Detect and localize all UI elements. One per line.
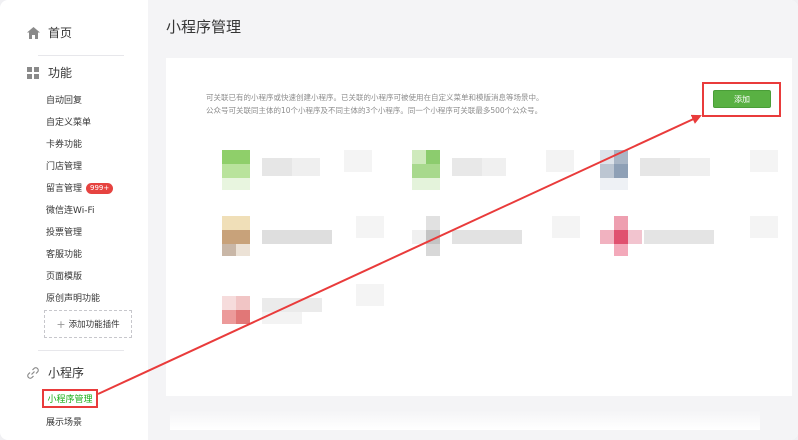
- sidebar-item-customer-service[interactable]: 客服功能: [46, 247, 82, 260]
- sidebar-item-coupons[interactable]: 卡券功能: [46, 137, 82, 150]
- mosaic-block: [292, 158, 320, 176]
- mosaic-block: [412, 150, 426, 164]
- mosaic-block: [750, 216, 778, 238]
- mosaic-block: [614, 164, 628, 178]
- main-content: 小程序管理 可关联已有的小程序或快速创建小程序。已关联的小程序可被使用在自定义菜…: [148, 0, 798, 440]
- mosaic-block: [614, 244, 628, 256]
- mosaic-block: [426, 216, 440, 230]
- sidebar: 首页 功能 自动回复 自定义菜单 卡券功能 门店管理 留言管理 999+ 微信连W…: [8, 8, 148, 434]
- sidebar-item-miniprogram-manage[interactable]: 小程序管理: [42, 389, 98, 408]
- sidebar-section-features[interactable]: 功能: [26, 64, 72, 81]
- mosaic-block: [452, 158, 482, 176]
- mosaic-block: [412, 178, 440, 190]
- add-button[interactable]: 添加: [713, 90, 771, 108]
- mosaic-block: [222, 150, 250, 164]
- sidebar-item-wifi[interactable]: 微信连Wi-Fi: [46, 203, 94, 216]
- mosaic-block: [600, 164, 614, 178]
- miniprogram-tile[interactable]: [222, 284, 392, 330]
- miniprogram-tile[interactable]: [222, 216, 392, 258]
- mosaic-block: [344, 150, 372, 172]
- mosaic-block: [614, 216, 628, 230]
- mosaic-block: [640, 158, 680, 176]
- miniprogram-tile[interactable]: [412, 216, 592, 258]
- mosaic-block: [482, 158, 506, 176]
- app-window: 首页 功能 自动回复 自定义菜单 卡券功能 门店管理 留言管理 999+ 微信连W…: [0, 0, 798, 440]
- mosaic-block: [356, 216, 384, 238]
- mosaic-block: [628, 230, 642, 244]
- mosaic-block: [222, 164, 250, 178]
- mosaic-block: [614, 230, 628, 244]
- divider: [38, 55, 124, 56]
- description-line: 公众号可关联同主体的10个小程序及不同主体的3个小程序。同一个小程序可关联最多5…: [206, 106, 543, 115]
- add-plugin-button[interactable]: + 添加功能插件: [44, 310, 132, 338]
- sidebar-item-original[interactable]: 原创声明功能: [46, 291, 100, 304]
- sidebar-item-scenes[interactable]: 展示场景: [46, 415, 82, 428]
- add-button-highlight: 添加: [702, 82, 781, 117]
- mosaic-block: [262, 158, 292, 176]
- sidebar-item-auto-reply[interactable]: 自动回复: [46, 93, 82, 106]
- mosaic-block: [236, 244, 250, 256]
- mosaic-block: [412, 230, 426, 244]
- mosaic-block: [452, 230, 522, 244]
- mosaic-block: [614, 150, 628, 164]
- mosaic-block: [222, 296, 236, 310]
- mosaic-block: [644, 230, 714, 244]
- mosaic-block: [680, 158, 710, 176]
- divider: [38, 350, 124, 351]
- sidebar-item-custom-menu[interactable]: 自定义菜单: [46, 115, 91, 128]
- mosaic-block: [262, 230, 332, 244]
- mosaic-block: [552, 216, 580, 238]
- miniprogram-tile[interactable]: [412, 150, 582, 192]
- mosaic-block: [236, 296, 250, 310]
- description: 可关联已有的小程序或快速创建小程序。已关联的小程序可被使用在自定义菜单和模版消息…: [206, 91, 544, 117]
- sidebar-section-label: 小程序: [48, 366, 85, 380]
- mosaic-block: [426, 150, 440, 164]
- mosaic-block: [600, 150, 614, 164]
- sidebar-item-vote[interactable]: 投票管理: [46, 225, 82, 238]
- sidebar-section-label: 功能: [48, 66, 73, 80]
- sidebar-section-miniprogram[interactable]: 小程序: [26, 364, 84, 381]
- mosaic-block: [262, 312, 302, 324]
- mosaic-block: [222, 310, 236, 324]
- plus-icon: +: [56, 317, 66, 331]
- sidebar-item-page-template[interactable]: 页面模版: [46, 269, 82, 282]
- description-line: 可关联已有的小程序或快速创建小程序。已关联的小程序可被使用在自定义菜单和模版消息…: [206, 93, 544, 102]
- mosaic-block: [222, 216, 250, 230]
- mosaic-block: [426, 244, 440, 256]
- mosaic-block: [236, 310, 250, 324]
- mosaic-block: [750, 150, 778, 172]
- mosaic-block: [222, 244, 236, 256]
- mosaic-block: [222, 230, 250, 244]
- miniprogram-card: 可关联已有的小程序或快速创建小程序。已关联的小程序可被使用在自定义菜单和模版消息…: [166, 58, 792, 396]
- mosaic-block: [600, 178, 628, 190]
- sidebar-item-label: 首页: [48, 26, 73, 40]
- mosaic-block: [262, 298, 322, 312]
- miniprogram-tile[interactable]: [600, 216, 790, 258]
- mosaic-block: [600, 230, 614, 244]
- sidebar-item-comments[interactable]: 留言管理 999+: [46, 181, 114, 194]
- page-title: 小程序管理: [166, 18, 242, 36]
- miniprogram-tile[interactable]: [222, 150, 372, 192]
- mosaic-block: [426, 230, 440, 244]
- mosaic-block: [546, 150, 574, 172]
- bottom-shadow: [170, 410, 760, 430]
- count-badge: 999+: [86, 183, 114, 194]
- mosaic-block: [356, 284, 384, 306]
- miniprogram-tile[interactable]: [600, 150, 790, 192]
- home-icon: [26, 26, 40, 40]
- sidebar-item-home[interactable]: 首页: [26, 24, 72, 41]
- sidebar-item-label: 留言管理: [46, 184, 83, 194]
- mosaic-block: [222, 178, 250, 190]
- link-icon: [26, 366, 40, 380]
- sidebar-item-store[interactable]: 门店管理: [46, 159, 82, 172]
- mosaic-block: [412, 164, 440, 178]
- grid-icon: [26, 66, 40, 80]
- add-plugin-label: 添加功能插件: [68, 320, 120, 330]
